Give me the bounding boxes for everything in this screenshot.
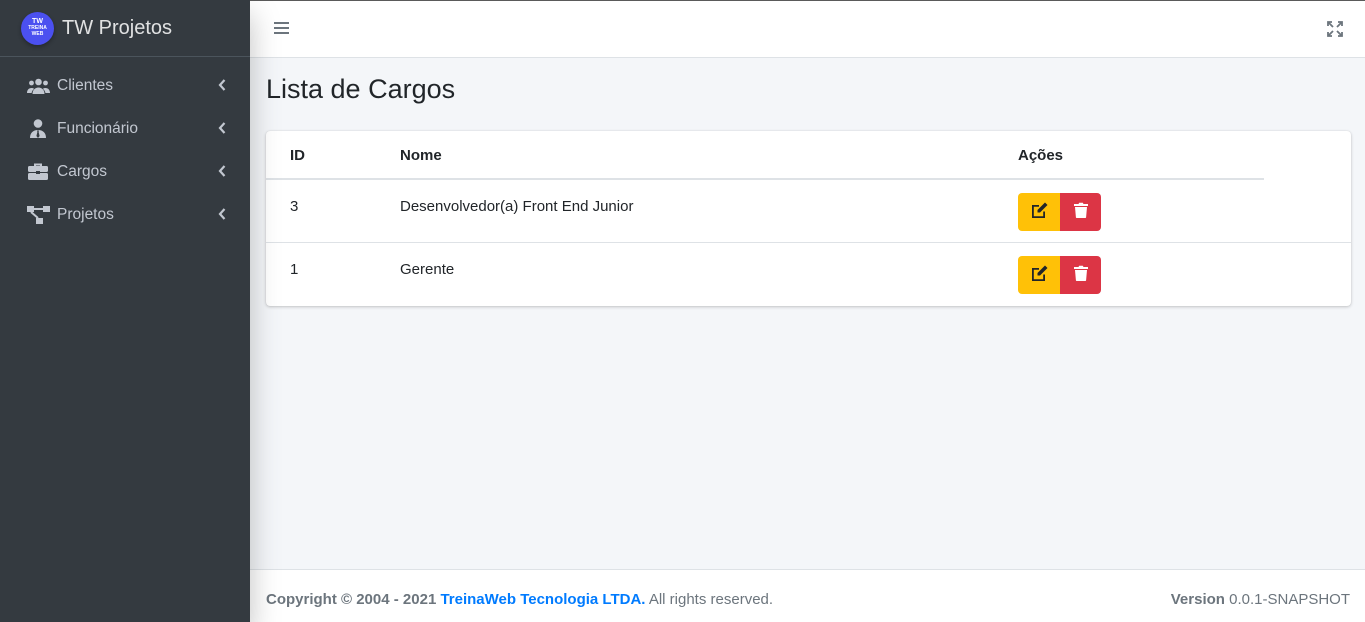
- footer: Copyright © 2004 - 2021 TreinaWeb Tecnol…: [250, 569, 1365, 622]
- delete-button[interactable]: [1060, 193, 1101, 231]
- briefcase-icon: [26, 162, 50, 182]
- column-header-acoes: Ações: [1018, 147, 1064, 164]
- page-title: Lista de Cargos: [266, 74, 456, 104]
- brand-link[interactable]: TW TREINA WEB TW Projetos: [0, 0, 250, 57]
- top-navbar: [250, 0, 1365, 58]
- column-header-nome: Nome: [400, 147, 442, 164]
- chevron-left-icon: [218, 78, 226, 95]
- sidebar-item-cargos[interactable]: Cargos: [0, 150, 250, 193]
- edit-icon: [1030, 202, 1048, 222]
- sidebar-item-label: Funcionário: [57, 119, 138, 137]
- sidebar-item-label: Cargos: [57, 162, 107, 180]
- version-label: Version: [1170, 591, 1225, 608]
- copyright-text: Copyright © 2004 - 2021: [266, 591, 437, 608]
- menu-toggle-icon[interactable]: [274, 22, 289, 36]
- sidebar-nav: Clientes Funcionário Cargos Projetos: [0, 57, 250, 236]
- footer-copyright: Copyright © 2004 - 2021 TreinaWeb Tecnol…: [266, 591, 773, 608]
- trash-icon: [1073, 202, 1088, 222]
- company-link[interactable]: TreinaWeb Tecnologia LTDA.: [440, 591, 645, 608]
- edit-button[interactable]: [1018, 193, 1060, 231]
- trash-icon: [1073, 265, 1088, 285]
- rights-text: All rights reserved.: [648, 591, 774, 608]
- chevron-left-icon: [218, 164, 226, 181]
- project-diagram-icon: [26, 205, 50, 225]
- users-icon: [26, 76, 50, 96]
- edit-button[interactable]: [1018, 256, 1060, 294]
- sidebar-item-label: Clientes: [57, 76, 113, 94]
- sidebar: TW TREINA WEB TW Projetos Clientes Funci…: [0, 0, 250, 622]
- cargos-table-card: ID Nome Ações 3 Desenvolvedor(a) Front E…: [266, 131, 1351, 306]
- edit-icon: [1030, 265, 1048, 285]
- column-header-id: ID: [290, 147, 305, 164]
- sidebar-item-projetos[interactable]: Projetos: [0, 193, 250, 236]
- cell-id: 3: [290, 198, 299, 215]
- cell-nome: Desenvolvedor(a) Front End Junior: [400, 198, 634, 215]
- chevron-left-icon: [218, 121, 226, 138]
- logo-text-web: WEB: [31, 31, 44, 37]
- version-value: 0.0.1-SNAPSHOT: [1229, 591, 1350, 608]
- footer-version: Version 0.0.1-SNAPSHOT: [1171, 591, 1350, 608]
- chevron-left-icon: [218, 207, 226, 224]
- delete-button[interactable]: [1060, 256, 1101, 294]
- brand-logo: TW TREINA WEB: [21, 11, 54, 45]
- sidebar-item-funcionario[interactable]: Funcionário: [0, 107, 250, 150]
- cell-id: 1: [290, 261, 299, 278]
- sidebar-item-clientes[interactable]: Clientes: [0, 64, 250, 107]
- sidebar-item-label: Projetos: [57, 205, 114, 223]
- table-row: 1 Gerente: [266, 243, 1351, 306]
- cell-nome: Gerente: [400, 261, 455, 278]
- table-header: ID Nome Ações: [266, 131, 1264, 180]
- table-row: 3 Desenvolvedor(a) Front End Junior: [266, 180, 1351, 243]
- brand-title: TW Projetos: [62, 16, 173, 39]
- fullscreen-icon[interactable]: [1327, 21, 1343, 37]
- user-tie-icon: [26, 119, 50, 139]
